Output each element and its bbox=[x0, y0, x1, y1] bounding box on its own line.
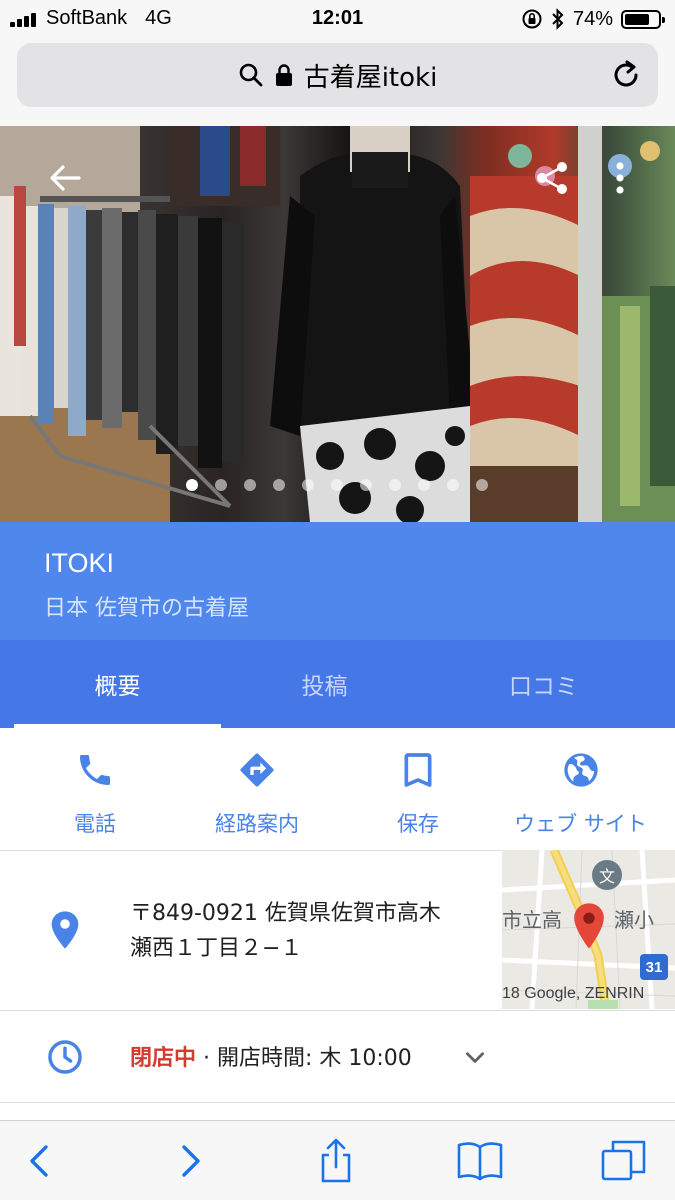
map-thumbnail[interactable]: 文 市立高 瀬小 31 18 Google, ZENRIN bbox=[502, 850, 675, 1009]
location-pin-icon bbox=[51, 911, 79, 949]
pagination-dot[interactable] bbox=[273, 479, 285, 491]
battery-percent: 74% bbox=[572, 7, 613, 30]
map-label-right: 瀬小 bbox=[614, 908, 654, 932]
signal-icon bbox=[10, 13, 40, 27]
carrier-info: SoftBank 4G bbox=[46, 7, 172, 30]
back-arrow-icon[interactable] bbox=[45, 158, 85, 198]
pagination-dot[interactable] bbox=[447, 479, 459, 491]
share-sheet-icon[interactable] bbox=[310, 1135, 362, 1187]
network-type: 4G bbox=[145, 7, 172, 29]
address-text[interactable]: 〒849-0921 佐賀県佐賀市高木 瀬西１丁目２−１ bbox=[130, 896, 490, 966]
action-row: 電話 経路案内 保存 ウェブ サイト bbox=[0, 728, 675, 850]
page-title: 古着屋itoki bbox=[303, 62, 438, 93]
more-vert-icon[interactable] bbox=[600, 158, 640, 198]
reload-icon[interactable] bbox=[608, 57, 644, 93]
call-label: 電話 bbox=[74, 812, 116, 836]
carrier-name: SoftBank bbox=[46, 7, 128, 29]
share-icon[interactable] bbox=[532, 158, 572, 198]
forward-icon[interactable] bbox=[164, 1135, 216, 1187]
closed-status: 閉店中 bbox=[130, 1046, 197, 1071]
tab-bar: 概要 投稿 口コミ bbox=[0, 640, 675, 728]
pagination-dot[interactable] bbox=[302, 479, 314, 491]
address-line-2: 瀬西１丁目２−１ bbox=[130, 936, 303, 961]
pagination-dot[interactable] bbox=[244, 479, 256, 491]
back-icon[interactable] bbox=[14, 1135, 66, 1187]
search-icon bbox=[239, 63, 263, 87]
place-header: ITOKI 日本 佐賀市の古着屋 bbox=[0, 522, 675, 640]
phone-icon bbox=[80, 755, 110, 785]
directions-label: 経路案内 bbox=[215, 812, 299, 836]
store-photo bbox=[0, 126, 675, 522]
map-label-left: 市立高 bbox=[502, 908, 562, 932]
globe-icon bbox=[563, 753, 598, 787]
address-bar[interactable]: 古着屋itoki bbox=[17, 43, 658, 107]
website-label: ウェブ サイト bbox=[514, 812, 647, 836]
status-right: 74% bbox=[521, 6, 665, 32]
route-badge: 31 bbox=[640, 954, 668, 980]
bluetooth-icon bbox=[552, 8, 564, 30]
bookmark-icon bbox=[404, 753, 432, 787]
place-name: ITOKI bbox=[44, 548, 115, 578]
hero-photo[interactable] bbox=[0, 126, 675, 522]
directions-icon bbox=[240, 753, 274, 787]
browser-toolbar bbox=[0, 1120, 675, 1200]
clock-icon bbox=[48, 1040, 82, 1074]
lock-icon bbox=[275, 64, 292, 86]
pagination-dot[interactable] bbox=[476, 479, 488, 491]
pagination-dot[interactable] bbox=[331, 479, 343, 491]
hours-text: 閉店中 · 開店時間: 木 10:00 bbox=[130, 1040, 412, 1072]
call-button[interactable]: 電話 bbox=[14, 728, 176, 850]
pagination-dot[interactable] bbox=[360, 479, 372, 491]
pagination-dot[interactable] bbox=[418, 479, 430, 491]
photo-pagination[interactable] bbox=[186, 479, 488, 491]
tabs-icon[interactable] bbox=[598, 1135, 650, 1187]
pagination-dot[interactable] bbox=[215, 479, 227, 491]
hours-separator: · bbox=[196, 1046, 217, 1071]
battery-icon bbox=[621, 9, 665, 29]
tab-overview[interactable]: 概要 bbox=[14, 640, 221, 728]
hours-row[interactable]: 閉店中 · 開店時間: 木 10:00 bbox=[0, 1010, 675, 1102]
browser-header: 古着屋itoki bbox=[0, 38, 675, 126]
website-button[interactable]: ウェブ サイト bbox=[498, 728, 663, 850]
tab-reviews[interactable]: 口コミ bbox=[440, 640, 647, 728]
directions-button[interactable]: 経路案内 bbox=[176, 728, 338, 850]
bookmarks-icon[interactable] bbox=[454, 1135, 506, 1187]
address-line-1: 〒849-0921 佐賀県佐賀市高木 bbox=[130, 901, 441, 926]
chevron-down-icon[interactable] bbox=[462, 1044, 488, 1070]
pagination-dot[interactable] bbox=[389, 479, 401, 491]
status-bar: SoftBank 4G 12:01 74% bbox=[0, 0, 675, 38]
address-row[interactable]: 〒849-0921 佐賀県佐賀市高木 瀬西１丁目２−１ 文 市立高 瀬小 31 … bbox=[0, 850, 675, 1009]
pagination-dot[interactable] bbox=[186, 479, 198, 491]
rotation-lock-icon bbox=[522, 9, 542, 29]
school-icon: 文 bbox=[592, 860, 622, 890]
map-credit: 18 Google, ZENRIN bbox=[502, 985, 645, 1002]
save-button[interactable]: 保存 bbox=[338, 728, 498, 850]
save-label: 保存 bbox=[397, 812, 439, 836]
map-pin-icon bbox=[574, 903, 604, 949]
opening-hours: 開店時間: 木 10:00 bbox=[217, 1046, 412, 1071]
tab-posts[interactable]: 投稿 bbox=[221, 640, 428, 728]
place-category: 日本 佐賀市の古着屋 bbox=[44, 596, 249, 621]
divider bbox=[0, 1102, 675, 1103]
